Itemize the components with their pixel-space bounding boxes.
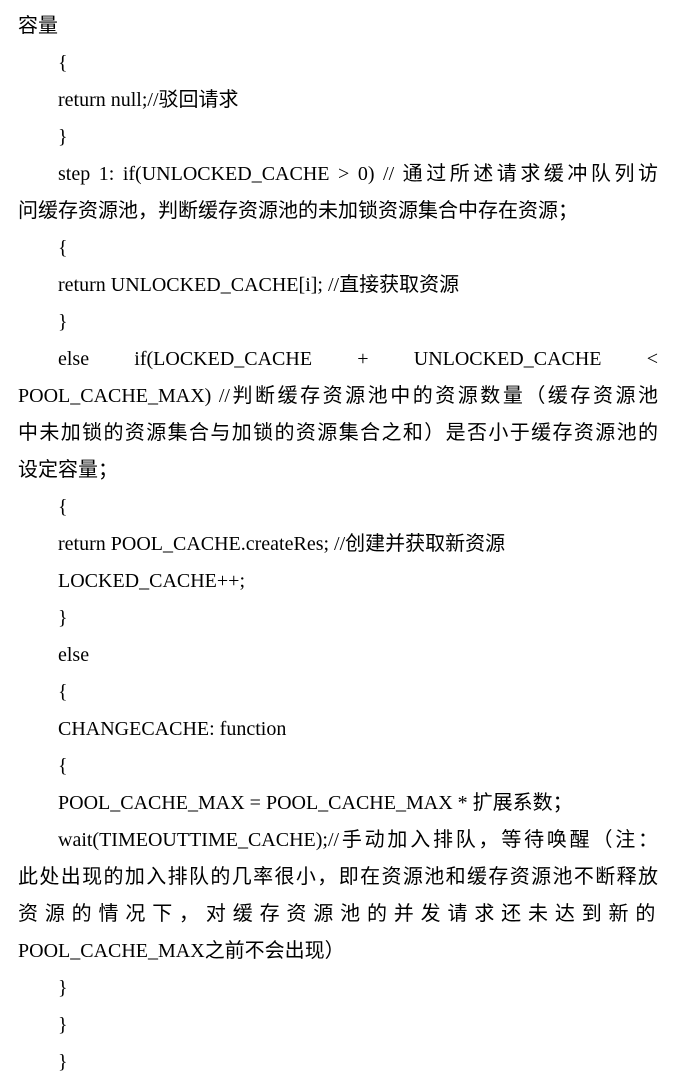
brace: { — [18, 489, 658, 526]
code-text: return null;// — [58, 89, 159, 111]
operator: + — [357, 348, 368, 370]
keyword-else: else — [58, 348, 89, 370]
code-line: LOCKED_CACHE++; — [18, 563, 658, 600]
brace: { — [18, 748, 658, 785]
text-line: 设定容量； — [18, 452, 658, 489]
keyword-else: else — [18, 637, 658, 674]
comment-text: 判断缓存资源池中的资源数量（缓存资源池 — [230, 385, 658, 407]
text-line: 容量 — [18, 8, 658, 45]
code-text: return UNLOCKED_CACHE[i]; // — [58, 274, 339, 296]
code-text: step 1: if(UNLOCKED_CACHE > 0) // — [58, 163, 403, 185]
brace: { — [18, 230, 658, 267]
brace: } — [18, 970, 658, 1007]
code-text: wait(TIMEOUTTIME_CACHE);// — [58, 829, 339, 851]
brace: { — [18, 674, 658, 711]
code-text: POOL_CACHE_MAX — [18, 940, 205, 962]
code-line: return null;//驳回请求 — [18, 82, 658, 119]
code-line: wait(TIMEOUTTIME_CACHE);//手动加入排队，等待唤醒（注： — [18, 822, 658, 859]
brace: } — [18, 304, 658, 341]
code-line: return POOL_CACHE.createRes; //创建并获取新资源 — [18, 526, 658, 563]
comment-text: 手动加入排队，等待唤醒（注： — [339, 829, 658, 851]
code-text: if(LOCKED_CACHE — [134, 348, 312, 370]
brace: } — [18, 600, 658, 637]
brace: } — [18, 1044, 658, 1081]
comment-text: 通过所述请求缓冲队列访 — [403, 163, 658, 185]
code-line: POOL_CACHE_MAX) //判断缓存资源池中的资源数量（缓存资源池 — [18, 378, 658, 415]
text-line: 资源的情况下，对缓存资源池的并发请求还未达到新的 — [18, 896, 658, 933]
code-line: POOL_CACHE_MAX = POOL_CACHE_MAX * 扩展系数； — [18, 785, 658, 822]
code-line: return UNLOCKED_CACHE[i]; //直接获取资源 — [18, 267, 658, 304]
text-line: 中未加锁的资源集合与加锁的资源集合之和）是否小于缓存资源池的 — [18, 415, 658, 452]
operator: < — [647, 348, 658, 370]
document-body: 容量 { return null;//驳回请求 } step 1: if(UNL… — [18, 8, 658, 1081]
code-text: POOL_CACHE_MAX = POOL_CACHE_MAX * — [58, 792, 473, 814]
comment-text: 驳回请求 — [159, 89, 239, 111]
code-line: else if(LOCKED_CACHE + UNLOCKED_CACHE < — [18, 341, 658, 378]
comment-text: 直接获取资源 — [339, 274, 459, 296]
code-line: CHANGECACHE: function — [18, 711, 658, 748]
comment-text: 创建并获取新资源 — [345, 533, 505, 555]
comment-text: 资源的情况下，对缓存资源池的并发请求还未达到新的 — [18, 903, 658, 925]
comment-text: 之前不会出现） — [205, 940, 345, 962]
code-line: step 1: if(UNLOCKED_CACHE > 0) // 通过所述请求… — [18, 156, 658, 193]
brace: } — [18, 119, 658, 156]
code-text: POOL_CACHE_MAX) // — [18, 385, 230, 407]
code-text: return POOL_CACHE.createRes; // — [58, 533, 345, 555]
code-text: UNLOCKED_CACHE — [414, 348, 602, 370]
brace: } — [18, 1007, 658, 1044]
code-line: POOL_CACHE_MAX之前不会出现） — [18, 933, 658, 970]
comment-text: 扩展系数； — [473, 792, 573, 814]
text-line: 问缓存资源池，判断缓存资源池的未加锁资源集合中存在资源； — [18, 193, 658, 230]
text-line: 此处出现的加入排队的几率很小，即在资源池和缓存资源池不断释放 — [18, 859, 658, 896]
brace: { — [18, 45, 658, 82]
